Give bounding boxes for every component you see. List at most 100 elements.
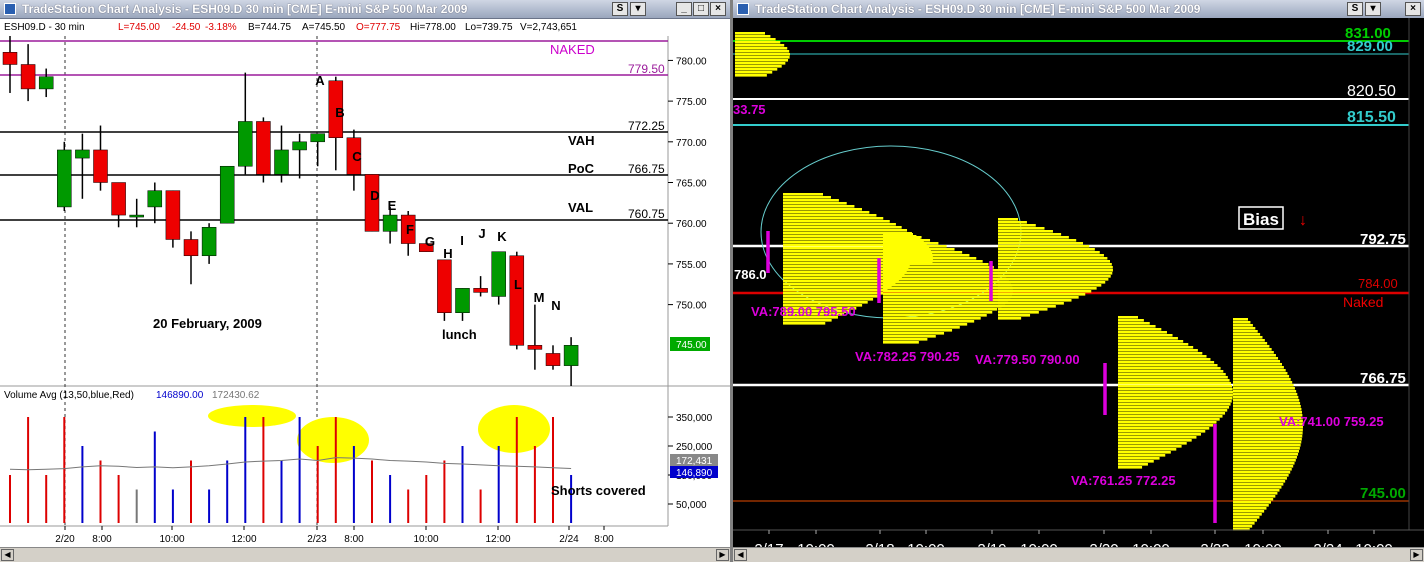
profile-row-218 (883, 251, 963, 254)
profile-row-218 (883, 317, 981, 320)
va-label: VA:761.25 772.25 (1071, 473, 1176, 488)
va-label: VA:782.25 790.25 (855, 349, 960, 364)
volume-highlight-2 (297, 417, 369, 463)
profile-row-223 (1233, 447, 1300, 450)
chevron-down-icon[interactable]: ▾ (1365, 2, 1381, 16)
profile-row-217-early (735, 65, 782, 68)
scroll-right-icon[interactable]: ▶ (1410, 549, 1423, 561)
right-title-bar[interactable]: TradeStation Chart Analysis - ESH09.D 30… (733, 0, 1424, 19)
left-price-chart[interactable]: NAKED 779.50 VAH 772.25 PoC 766.75 VAL 7… (0, 36, 730, 562)
profile-row-219 (998, 245, 1090, 248)
profile-row-219 (998, 257, 1108, 260)
profile-row-220 (1118, 433, 1201, 436)
right-chart-window: TradeStation Chart Analysis - ESH09.D 30… (733, 0, 1424, 562)
scroll-left-icon[interactable]: ◀ (1, 549, 14, 561)
right-profile-chart[interactable]: 831.00 829.00 820.50 815.50 792.75 784.0… (733, 18, 1424, 548)
label-786: 786.0 (734, 267, 767, 282)
profile-row-223 (1233, 357, 1279, 360)
profile-row-217-early (735, 68, 778, 71)
profile-row-218 (883, 239, 931, 242)
letter-label-e: E (388, 198, 397, 213)
profile-row-218 (883, 266, 994, 269)
profile-row-220 (1118, 424, 1214, 427)
profile-row-223 (1233, 435, 1303, 438)
profile-row-219 (998, 272, 1113, 275)
profile-row-223 (1233, 339, 1265, 342)
scroll-left-icon[interactable]: ◀ (734, 549, 747, 561)
profile-row-218 (883, 314, 987, 317)
profile-row-223 (1233, 525, 1253, 528)
profile-row-218 (883, 335, 936, 338)
profile-row-220 (1118, 394, 1233, 397)
profile-row-223 (1233, 399, 1300, 402)
profile-row-220 (1118, 415, 1223, 418)
profile-row-223 (1233, 474, 1289, 477)
val-price-label: 760.75 (628, 207, 665, 221)
left-title-bar[interactable]: TradeStation Chart Analysis - ESH09.D 30… (0, 0, 730, 19)
profile-row-223 (1233, 372, 1288, 375)
profile-row-217-early (735, 47, 788, 50)
symbol-button[interactable]: S (612, 2, 628, 16)
profile-row-217-early (735, 74, 767, 77)
profile-row-220 (1118, 331, 1167, 334)
price-tick-label: 755.00 (676, 260, 707, 271)
profile-row-220 (1118, 403, 1231, 406)
left-horizontal-scrollbar[interactable]: ◀ ▶ (0, 547, 730, 562)
time-tick-label: 10:00 (159, 534, 184, 545)
profile-row-223 (1233, 336, 1263, 339)
letter-label-c: C (352, 149, 362, 164)
profile-row-218 (883, 254, 970, 257)
minimize-icon[interactable]: _ (676, 2, 692, 16)
scroll-right-icon[interactable]: ▶ (716, 549, 729, 561)
profile-row-223 (1233, 378, 1291, 381)
profile-row-223 (1233, 318, 1248, 321)
chevron-down-icon[interactable]: ▾ (630, 2, 646, 16)
profile-row-219 (998, 236, 1069, 239)
status-ask: A=745.50 (302, 22, 346, 33)
right-horizontal-scrollbar[interactable]: ◀ ▶ (733, 547, 1424, 562)
letter-label-i: I (460, 233, 464, 248)
profile-row-217 (783, 289, 888, 292)
profile-row-218 (883, 329, 953, 332)
profile-row-223 (1233, 516, 1260, 519)
profile-row-223 (1233, 441, 1302, 444)
naked-label: NAKED (550, 42, 595, 57)
letter-label-g: G (425, 234, 435, 249)
letter-label-l: L (514, 277, 522, 292)
price-tick-label: 770.00 (676, 138, 707, 149)
price-tick-label: 760.00 (676, 219, 707, 230)
bias-label: Bias (1243, 210, 1279, 229)
profile-row-223 (1233, 369, 1286, 372)
right-window-title: TradeStation Chart Analysis - ESH09.D 30… (755, 2, 1201, 16)
time-tick-label: 12:00 (485, 534, 510, 545)
candle-body (274, 149, 289, 175)
close-icon[interactable]: × (710, 2, 726, 16)
candle-body (238, 121, 253, 167)
profile-row-219 (998, 284, 1102, 287)
profile-row-218 (883, 245, 947, 248)
profile-row-217 (783, 292, 884, 295)
profile-row-219 (998, 269, 1113, 272)
date-annotation: 20 February, 2009 (153, 316, 262, 331)
time-tick-label: 12:00 (231, 534, 256, 545)
profile-row-220 (1118, 316, 1138, 319)
close-icon[interactable]: × (1405, 2, 1421, 16)
vah-price-label: 772.25 (628, 119, 665, 133)
profile-row-217 (783, 220, 890, 223)
profile-row-218 (883, 290, 1013, 293)
time-tick-label: 10:00 (413, 534, 438, 545)
profile-row-223 (1233, 363, 1283, 366)
profile-row-223 (1233, 351, 1274, 354)
profile-row-220 (1118, 436, 1197, 439)
status-percent: -3.18% (205, 22, 237, 33)
label-766: 766.75 (1360, 370, 1406, 387)
profile-row-218 (883, 263, 989, 266)
symbol-button[interactable]: S (1347, 2, 1363, 16)
right-scale-strip (1409, 18, 1424, 530)
profile-row-219 (998, 317, 1022, 320)
maximize-icon[interactable]: □ (693, 2, 709, 16)
candle-body (147, 190, 163, 208)
profile-row-220 (1118, 451, 1171, 454)
profile-row-220 (1118, 376, 1228, 379)
profile-row-218 (883, 338, 928, 341)
